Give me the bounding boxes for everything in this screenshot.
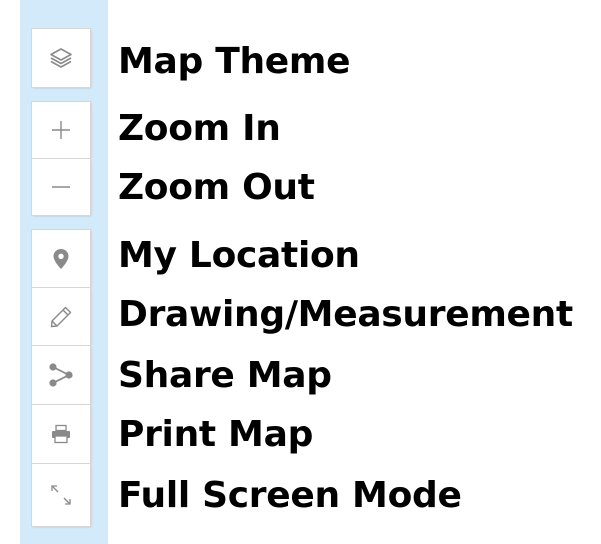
fullscreen-icon (48, 482, 74, 508)
share-map-label: Share Map (118, 355, 332, 396)
share-icon (47, 362, 75, 388)
my-location-button[interactable] (32, 230, 90, 287)
map-theme-label: Map Theme (118, 41, 351, 82)
drawing-measurement-button[interactable] (32, 288, 90, 345)
location-pin-icon (51, 247, 71, 271)
drawing-measurement-label: Drawing/Measurement (118, 294, 573, 335)
zoom-in-button[interactable] (32, 102, 90, 158)
layers-icon (48, 45, 74, 71)
plus-icon (49, 118, 73, 142)
zoom-out-button[interactable] (32, 159, 90, 215)
my-location-label: My Location (118, 235, 360, 276)
full-screen-label: Full Screen Mode (118, 475, 462, 516)
print-map-label: Print Map (118, 414, 314, 455)
map-theme-button[interactable] (32, 29, 90, 87)
map-controls-legend: Map Theme Zoom In Zoom Out My Location D… (0, 0, 601, 544)
pencil-icon (48, 304, 74, 330)
full-screen-button[interactable] (32, 464, 90, 526)
share-map-button[interactable] (32, 346, 90, 404)
printer-icon (50, 424, 72, 444)
zoom-in-label: Zoom In (118, 108, 281, 149)
zoom-out-label: Zoom Out (118, 167, 315, 208)
print-map-button[interactable] (32, 405, 90, 463)
minus-icon (49, 175, 73, 199)
